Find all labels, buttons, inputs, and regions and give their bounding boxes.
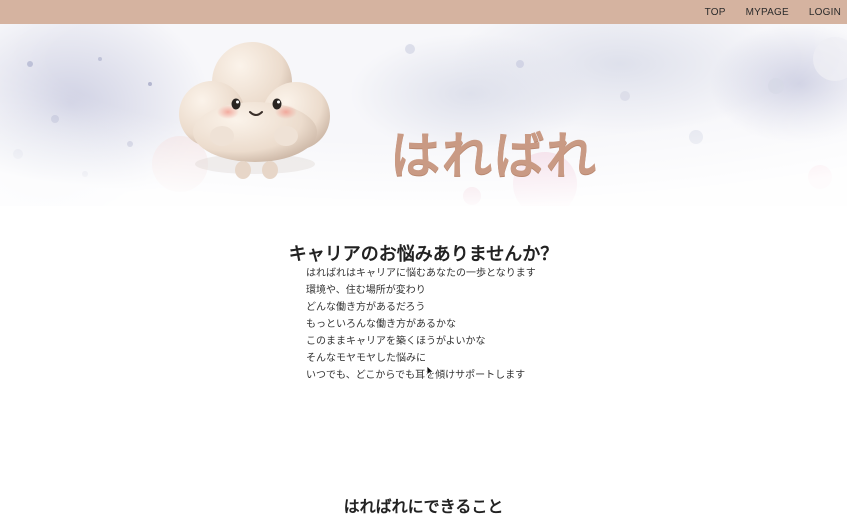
nav-link-mypage[interactable]: MYPAGE xyxy=(746,7,789,18)
intro-line: そんなモヤモヤした悩みに xyxy=(306,353,426,364)
nav-link-login[interactable]: LOGIN xyxy=(809,7,841,18)
intro-line: もっといろんな働き方があるかな xyxy=(306,319,456,330)
features-heading: はればれにできること xyxy=(343,497,504,517)
mouse-cursor-icon xyxy=(426,362,435,381)
nav-link-top[interactable]: TOP xyxy=(705,7,726,18)
intro-heading: キャリアのお悩みありませんか？ xyxy=(288,243,559,265)
intro-line: どんな働き方があるだろう xyxy=(306,302,426,313)
intro-text: はればれはキャリアに悩むあなたの一歩となります 環境や、住む場所が変わり どんな… xyxy=(306,265,536,384)
intro-line: このままキャリアを築くほうがよいかな xyxy=(306,336,486,347)
hero-banner: はればれ xyxy=(0,24,847,206)
main-nav: TOP MYPAGE LOGIN xyxy=(685,0,841,24)
intro-line: いつでも、どこからでも耳を傾けサポートします xyxy=(306,370,526,381)
intro-line: 環境や、住む場所が変わり xyxy=(306,285,426,296)
brand-title: はればれ xyxy=(390,127,598,185)
top-nav-bar: TOP MYPAGE LOGIN xyxy=(0,0,847,24)
intro-line: はればれはキャリアに悩むあなたの一歩となります xyxy=(306,268,536,279)
